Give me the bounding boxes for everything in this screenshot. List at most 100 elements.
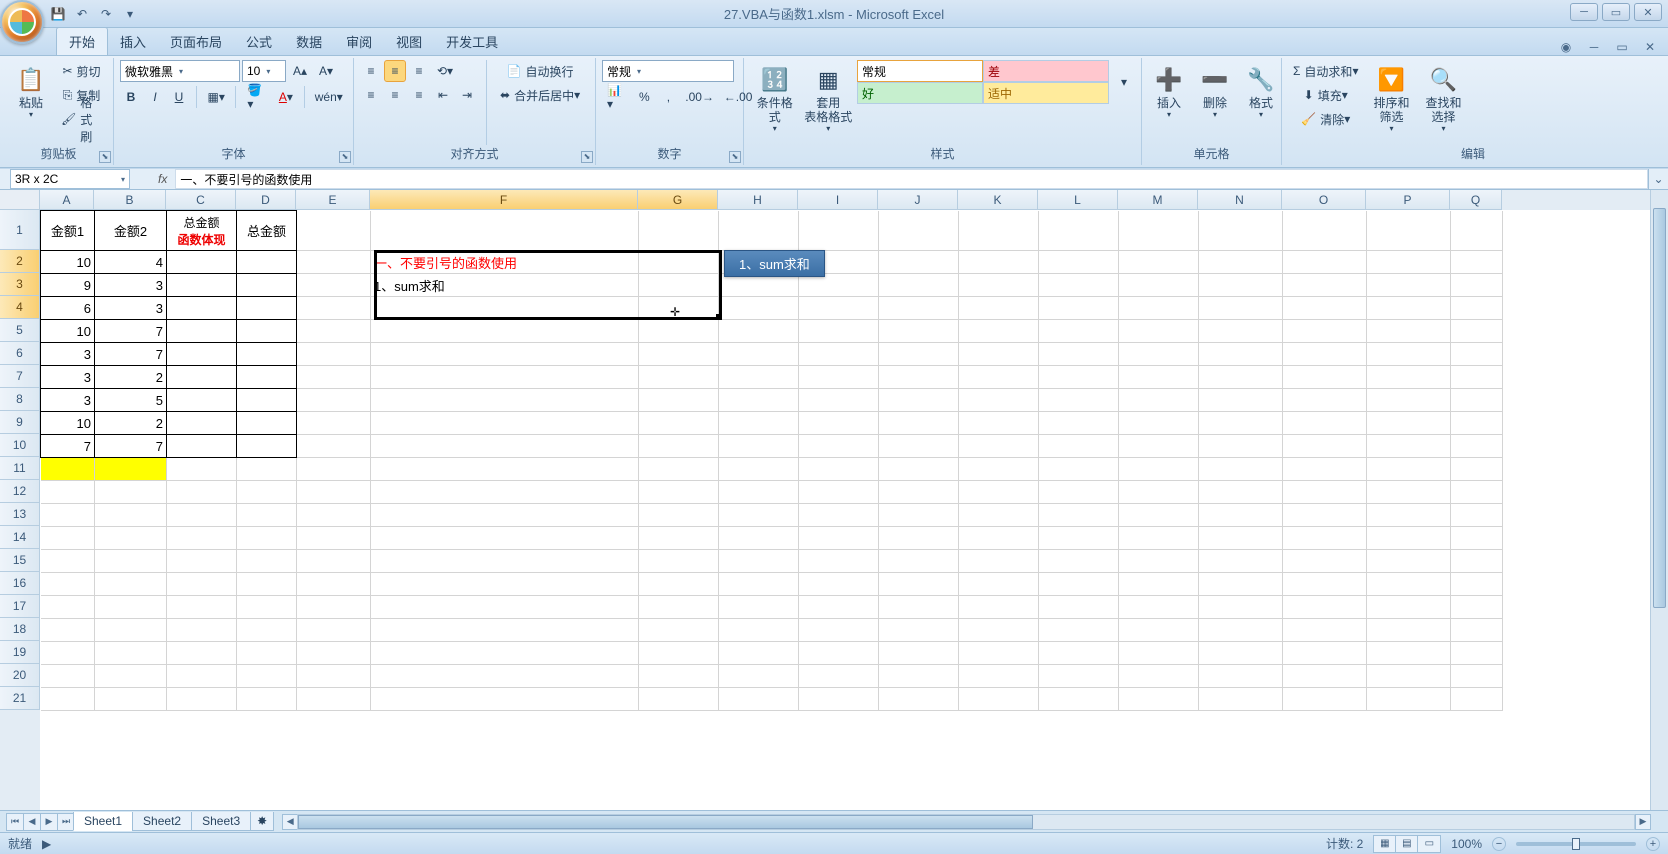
clipboard-dialog-icon[interactable]: ⬊ [99,151,111,163]
paste-button[interactable]: 📋粘贴▾ [10,60,52,123]
tab-view[interactable]: 视图 [384,28,434,55]
wrap-text-button[interactable]: 📄 自动换行 [495,60,585,82]
number-format-combo[interactable]: 常规▾ [602,60,734,82]
autosum-button[interactable]: Σ 自动求和 ▾ [1288,60,1363,82]
new-sheet-icon[interactable]: ✸ [250,812,274,831]
fill-color-button[interactable]: 🪣▾ [242,86,272,108]
doc-minimize-icon[interactable]: ─ [1586,39,1602,55]
style-normal[interactable]: 常规 [857,60,983,82]
align-right-icon[interactable]: ≡ [408,84,430,106]
font-name-combo[interactable]: 微软雅黑▾ [120,60,240,82]
decrease-font-icon[interactable]: A▾ [314,60,338,82]
group-font-label: 字体⬊ [120,145,347,163]
bold-button[interactable]: B [120,86,142,108]
tab-home[interactable]: 开始 [56,27,108,55]
sort-filter-button[interactable]: 🔽排序和 筛选▾ [1367,60,1415,137]
formula-bar[interactable]: 一、不要引号的函数使用 [175,169,1648,189]
tab-developer[interactable]: 开发工具 [434,28,510,55]
insert-cells-button[interactable]: ➕插入▾ [1148,60,1190,123]
increase-decimal-icon[interactable]: .00→ [681,86,717,108]
delete-cells-button[interactable]: ➖删除▾ [1194,60,1236,123]
sheet-tab-2[interactable]: Sheet2 [132,812,192,831]
tab-nav-next-icon[interactable]: ▶ [40,813,58,831]
format-cells-button[interactable]: 🔧格式▾ [1240,60,1282,123]
cut-button[interactable]: ✂ 剪切 [56,60,107,82]
sheet-tab-3[interactable]: Sheet3 [191,812,251,831]
save-icon[interactable]: 💾 [48,4,68,24]
conditional-format-button[interactable]: 🔢条件格式▾ [750,60,800,137]
maximize-button[interactable]: ▭ [1602,3,1630,21]
fx-icon[interactable]: fx [158,172,167,186]
font-color-button[interactable]: A▾ [274,86,297,108]
border-button[interactable]: ▦▾ [203,86,229,108]
normal-view-icon[interactable]: ▦ [1374,836,1396,852]
select-all-corner[interactable] [0,190,40,210]
align-top-icon[interactable]: ≡ [360,60,382,82]
font-size-combo[interactable]: 10▾ [242,60,286,82]
fill-button[interactable]: ⬇ 填充 ▾ [1288,84,1363,106]
tab-review[interactable]: 审阅 [334,28,384,55]
number-dialog-icon[interactable]: ⬊ [729,151,741,163]
zoom-slider[interactable] [1516,842,1636,846]
column-headers[interactable]: ABCDEFGHIJKLMNOPQ [40,190,1650,210]
vertical-scrollbar[interactable] [1650,190,1668,810]
italic-button[interactable]: I [144,86,166,108]
tab-nav-prev-icon[interactable]: ◀ [23,813,41,831]
tab-page-layout[interactable]: 页面布局 [158,28,234,55]
macro-record-icon[interactable]: ▶ [42,837,51,851]
percent-format-icon[interactable]: % [633,86,655,108]
name-box[interactable]: 3R x 2C▾ [10,169,130,189]
zoom-in-icon[interactable]: + [1646,837,1660,851]
align-middle-icon[interactable]: ≡ [384,60,406,82]
increase-font-icon[interactable]: A▴ [288,60,312,82]
row-headers[interactable]: 123456789101112131415161718192021 [0,210,40,810]
page-layout-view-icon[interactable]: ▤ [1396,836,1418,852]
underline-button[interactable]: U [168,86,190,108]
clear-button[interactable]: 🧹 清除 ▾ [1288,108,1363,130]
minimize-button[interactable]: ─ [1570,3,1598,21]
worksheet[interactable]: ABCDEFGHIJKLMNOPQ 1234567891011121314151… [0,190,1668,810]
group-editing-label: 编辑 [1288,145,1658,163]
style-neutral[interactable]: 适中 [983,82,1109,104]
office-button[interactable] [0,0,44,44]
tab-formulas[interactable]: 公式 [234,28,284,55]
formula-bar-expand-icon[interactable]: ⌄ [1648,169,1668,189]
align-center-icon[interactable]: ≡ [384,84,406,106]
font-dialog-icon[interactable]: ⬊ [339,151,351,163]
align-bottom-icon[interactable]: ≡ [408,60,430,82]
align-left-icon[interactable]: ≡ [360,84,382,106]
cells-grid[interactable]: 金额1金额2总金额函数体现总金额104一、不要引号的函数使用931、sum求和6… [40,210,1650,810]
accounting-format-icon[interactable]: 📊▾ [602,86,631,108]
horizontal-scrollbar[interactable]: ◀ ▶ [282,814,1650,830]
orientation-icon[interactable]: ⟲▾ [432,60,458,82]
style-good[interactable]: 好 [857,82,983,104]
doc-restore-icon[interactable]: ▭ [1614,39,1630,55]
table-format-button[interactable]: ▦套用 表格格式▾ [804,60,854,137]
doc-close-icon[interactable]: ✕ [1642,39,1658,55]
sum-macro-button[interactable]: 1、sum求和 [724,250,825,277]
qat-more-icon[interactable]: ▾ [120,4,140,24]
merge-center-button[interactable]: ⬌ 合并后居中 ▾ [495,84,585,106]
increase-indent-icon[interactable]: ⇥ [456,84,478,106]
close-button[interactable]: ✕ [1634,3,1662,21]
phonetic-button[interactable]: wén▾ [310,86,347,108]
redo-icon[interactable]: ↷ [96,4,116,24]
page-break-view-icon[interactable]: ▭ [1418,836,1440,852]
tab-nav-first-icon[interactable]: ⏮ [6,813,24,831]
styles-more-icon[interactable]: ▾ [1113,60,1135,104]
help-icon[interactable]: ◉ [1558,39,1574,55]
tab-insert[interactable]: 插入 [108,28,158,55]
align-dialog-icon[interactable]: ⬊ [581,151,593,163]
comma-format-icon[interactable]: , [657,86,679,108]
sheet-tab-1[interactable]: Sheet1 [73,812,133,831]
style-bad[interactable]: 差 [983,60,1109,82]
decrease-indent-icon[interactable]: ⇤ [432,84,454,106]
status-bar: 就绪 ▶ 计数: 2 ▦ ▤ ▭ 100% − + [0,832,1668,854]
find-select-button[interactable]: 🔍查找和 选择▾ [1419,60,1467,137]
tab-data[interactable]: 数据 [284,28,334,55]
format-painter-button[interactable]: 🖌 格式刷 [56,108,107,130]
group-cells-label: 单元格 [1148,145,1275,163]
zoom-out-icon[interactable]: − [1492,837,1506,851]
undo-icon[interactable]: ↶ [72,4,92,24]
zoom-level[interactable]: 100% [1451,837,1482,851]
